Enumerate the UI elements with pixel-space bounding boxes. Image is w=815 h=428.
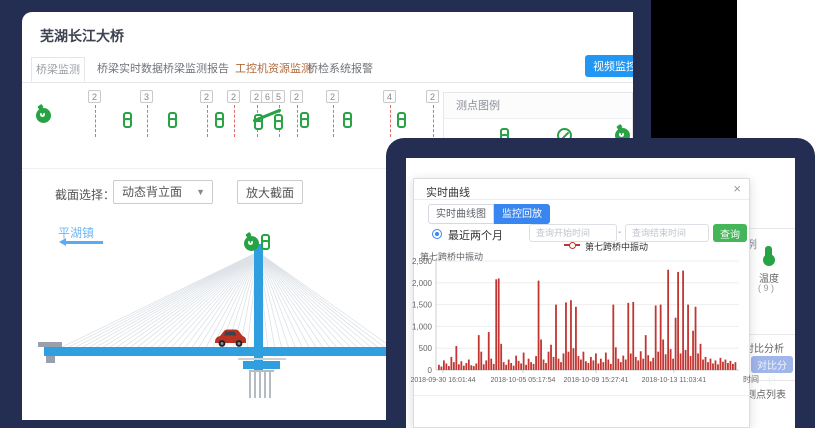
legend-marker-icon [564,244,580,246]
svg-text:时间: 时间 [743,374,759,384]
measure-point-list-header: 测点列表 [746,386,786,401]
thermometer-icon[interactable] [765,246,772,259]
date-range-separator: - [618,227,621,238]
temperature-count: ( 9 ) [758,283,774,293]
left-arrow-icon [63,241,103,244]
bridge-piles [249,370,274,398]
tab-monitor-playback[interactable]: 监控回放 [494,204,550,224]
svg-text:2018-09-30 16:01:44: 2018-09-30 16:01:44 [410,377,475,384]
black-region [651,0,740,148]
realtime-curve-modal: 实时曲线 × 实时曲线图 监控回放 最近两个月 - 查询 第七跨桥中振动 第七跨… [413,178,750,428]
svg-text:2,000: 2,000 [412,279,433,288]
svg-text:0: 0 [428,366,433,375]
gauge-icon[interactable] [244,236,259,251]
recent-two-months-radio[interactable] [432,229,442,239]
vibration-bar-chart: 05001,0001,5002,0002,5002018-09-30 16:01… [414,257,751,397]
legend-series-label: 第七跨桥中振动 [585,240,648,253]
svg-text:2018-10-05 05:17:54: 2018-10-05 05:17:54 [490,377,555,384]
tab-realtime-curve[interactable]: 实时曲线图 [428,204,494,224]
svg-text:500: 500 [419,344,433,353]
car-image [212,326,248,350]
desktop-background: 芜湖长江大桥 桥梁监测 桥梁实时数据 桥梁监测报告 工控机资源监测 桥检系统报警… [0,0,815,420]
bridge-pier-cap [243,361,280,369]
svg-text:2018-10-13 11:03:41: 2018-10-13 11:03:41 [642,377,707,384]
bridge-expansion-joint [238,358,286,360]
modal-title: 实时曲线 [426,184,470,200]
link-icon[interactable] [261,234,271,250]
white-region [737,0,815,160]
overlay-window-content: 测点图例 温度 ( 9 ) 对比分析 对比分析 测点列表 实时曲线 × 实时曲线… [406,158,795,428]
close-icon[interactable]: × [733,182,741,196]
svg-text:2,500: 2,500 [412,257,433,266]
modal-header: 实时曲线 × [414,179,749,200]
overlay-window-frame: 测点图例 温度 ( 9 ) 对比分析 对比分析 测点列表 实时曲线 × 实时曲线… [386,138,815,428]
svg-text:1,500: 1,500 [412,301,433,310]
compare-analysis-button[interactable]: 对比分析 [751,356,793,373]
svg-text:1,000: 1,000 [412,322,433,331]
divider [414,395,751,396]
query-button[interactable]: 查询 [713,224,747,242]
svg-text:2018-10-09 15:27:41: 2018-10-09 15:27:41 [563,377,628,384]
recent-two-months-label: 最近两个月 [448,227,503,243]
